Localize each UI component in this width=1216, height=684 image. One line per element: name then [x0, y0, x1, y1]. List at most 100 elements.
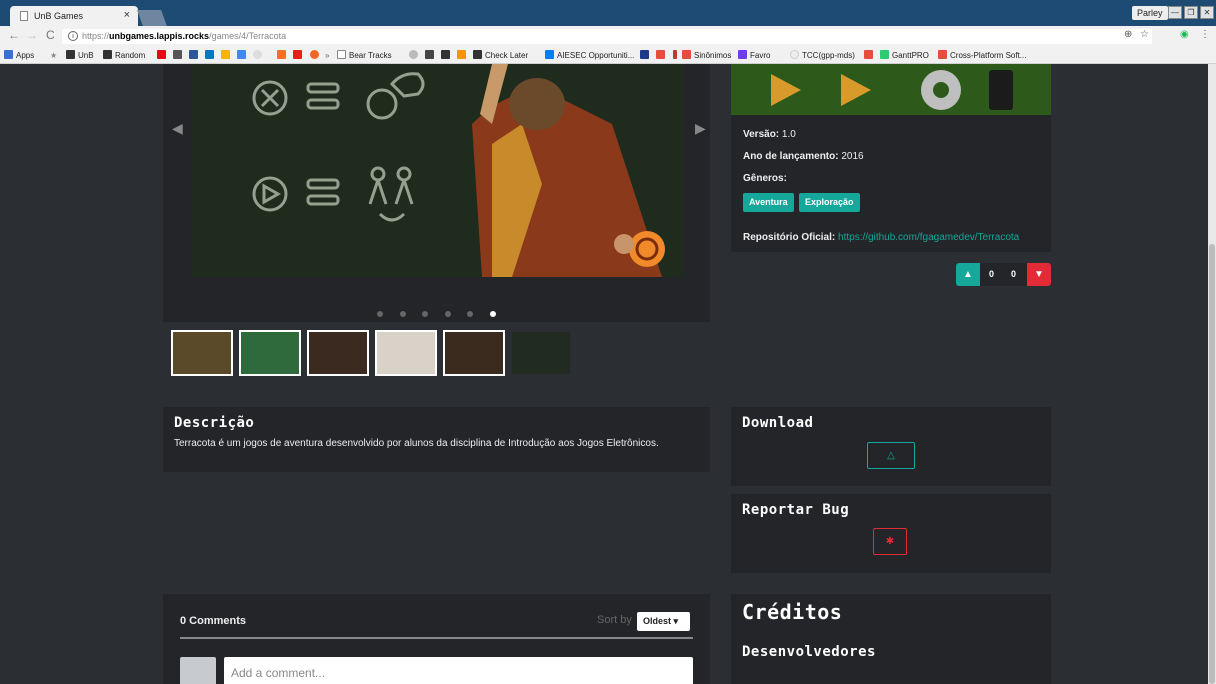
reload-button[interactable]: C [46, 28, 55, 42]
site-icon [409, 50, 418, 59]
carousel-dot[interactable] [377, 311, 384, 317]
bookmark-label: Sinônimos [694, 51, 732, 60]
sort-by-label: Sort by [597, 614, 632, 626]
bookmark-check-later[interactable]: Check Later [473, 50, 528, 62]
bookmark-icon-15[interactable] [457, 50, 469, 62]
bookmark-youtube[interactable] [293, 50, 305, 62]
folder-icon [103, 50, 112, 59]
bookmark-github[interactable] [253, 50, 265, 62]
thumbnail[interactable] [307, 330, 369, 376]
site-icon [310, 50, 319, 59]
thumbnail[interactable] [375, 330, 437, 376]
bookmark-label: Cross-Platform Soft... [950, 51, 1027, 60]
bookmark-crossplatform[interactable]: Cross-Platform Soft... [938, 50, 1026, 62]
bookmark-icon-6[interactable] [237, 50, 249, 62]
address-bar[interactable]: i https://unbgames.lappis.rocks/games/4/… [62, 29, 1152, 44]
new-tab-button[interactable] [137, 10, 167, 26]
url-host: unbgames.lappis.rocks [109, 31, 210, 41]
thumbnail[interactable] [443, 330, 505, 376]
ganttpro-icon [880, 50, 889, 59]
version-row: Versão: 1.0 [743, 129, 796, 140]
thumbnail[interactable] [239, 330, 301, 376]
bookmark-icon-24[interactable] [864, 50, 876, 62]
minimize-button[interactable]: — [1168, 6, 1182, 19]
game-info-card: Versão: 1.0 Ano de lançamento: 2016 Gêne… [731, 64, 1051, 252]
description-title: Descrição [174, 415, 255, 431]
bookmark-icon-4[interactable] [205, 50, 217, 62]
bug-icon: ✱ [885, 536, 895, 547]
comments-section: 0 Comments Sort by Oldest ▾ Add a commen… [163, 594, 710, 684]
netflix-icon [157, 50, 166, 59]
more-bookmarks-icon[interactable]: » [325, 50, 329, 62]
bookmark-icon-14[interactable] [441, 50, 453, 62]
zoom-icon[interactable]: ⊕ [1124, 29, 1132, 40]
bookmark-icon-2[interactable] [173, 50, 185, 62]
github-icon [253, 50, 262, 59]
close-window-button[interactable]: ✕ [1200, 6, 1214, 19]
bookmark-sinonimos[interactable]: Sinônimos [682, 50, 731, 62]
bookmark-label: TCC(gpp-mds) [802, 51, 855, 60]
carousel-dot[interactable] [467, 311, 474, 317]
bookmark-label: Random [115, 51, 146, 60]
bookmark-bear-tracks[interactable]: Bear Tracks [337, 50, 392, 62]
bookmark-icon-12[interactable] [409, 50, 421, 62]
repo-link[interactable]: https://github.com/fgagamedev/Terracota [838, 232, 1019, 243]
bookmark-icon-3[interactable] [189, 50, 201, 62]
bookmark-star-icon[interactable]: ☆ [1140, 29, 1149, 40]
carousel-dot-active[interactable] [489, 311, 496, 317]
thumbs-up-icon[interactable]: ▲ [956, 263, 980, 286]
thumbnail-active[interactable] [512, 332, 570, 374]
linux-download-button[interactable]: △ [867, 442, 915, 469]
page-scrollbar[interactable] [1208, 64, 1216, 684]
restore-button[interactable]: ❐ [1184, 6, 1198, 19]
bookmark-aiesec[interactable]: AIESEC Opportuniti... [545, 50, 634, 62]
url-path: /games/4/Terracota [209, 31, 287, 41]
carousel-dot[interactable] [422, 311, 429, 317]
comment-input[interactable]: Add a comment... [224, 657, 693, 684]
sort-select[interactable]: Oldest ▾ [637, 612, 690, 631]
bookmark-ganttpro[interactable]: GanttPRO [880, 50, 929, 62]
browser-tab[interactable]: UnB Games × [10, 6, 138, 26]
back-button[interactable]: ← [8, 28, 20, 42]
bookmark-icon-19[interactable] [656, 50, 668, 62]
forward-button[interactable]: → [26, 28, 38, 42]
page-content: ◀ ▶ Versão: 1.0 Ano de lançamento: 2016 … [0, 64, 1208, 684]
carousel-next-button[interactable]: ▶ [695, 120, 706, 137]
bookmark-gitlab[interactable] [277, 50, 289, 62]
youtube-icon [293, 50, 302, 59]
bookmark-icon-18[interactable] [640, 50, 652, 62]
thumbs-down-icon[interactable]: ▼ [1027, 263, 1051, 286]
site-icon [237, 50, 246, 59]
bookmark-favro[interactable]: Favro [738, 50, 770, 62]
info-icon[interactable]: i [68, 31, 78, 41]
bookmark-icon-20[interactable] [673, 50, 680, 62]
bookmark-tcc[interactable]: TCC(gpp-mds) [790, 50, 855, 62]
browser-menu-icon[interactable]: ⋮ [1200, 29, 1210, 40]
thumbnail[interactable] [171, 330, 233, 376]
report-bug-button[interactable]: ✱ [873, 528, 907, 555]
genre-tag[interactable]: Exploração [799, 193, 860, 212]
bookmark-netflix[interactable] [157, 50, 169, 62]
bookmark-apps[interactable]: Apps [4, 50, 34, 62]
url-protocol: https:// [82, 31, 110, 41]
scrollbar-thumb[interactable] [1209, 244, 1215, 684]
bookmark-icon-10[interactable] [310, 50, 322, 62]
site-icon [441, 50, 450, 59]
carousel-dot[interactable] [399, 311, 406, 317]
carousel-dot[interactable] [444, 311, 451, 317]
downvote-count: 0 [1011, 269, 1017, 279]
extension-icon[interactable]: ◉ [1180, 29, 1189, 40]
site-icon [864, 50, 873, 59]
drive-icon [221, 50, 230, 59]
profile-name[interactable]: Parley [1132, 6, 1168, 20]
bookmark-random[interactable]: Random [103, 50, 145, 62]
bookmark-unb[interactable]: UnB [66, 50, 94, 62]
browser-toolbar: ← → C i https://unbgames.lappis.rocks/ga… [0, 26, 1216, 47]
tab-close-icon[interactable]: × [124, 9, 130, 21]
year-value: 2016 [841, 151, 864, 162]
avatar [180, 657, 216, 684]
genre-tag[interactable]: Aventura [743, 193, 794, 212]
carousel-prev-button[interactable]: ◀ [172, 120, 183, 137]
bookmark-icon-13[interactable] [425, 50, 437, 62]
bookmark-drive[interactable] [221, 50, 233, 62]
